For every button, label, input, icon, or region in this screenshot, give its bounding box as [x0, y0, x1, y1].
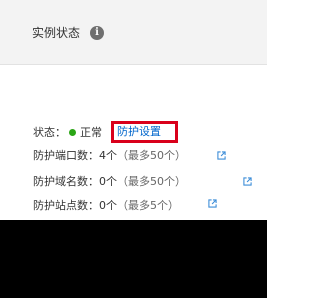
quota-limit: （最多5个） — [117, 199, 179, 212]
quota-label: 防护端口数： — [33, 149, 99, 162]
quota-row-domains: 防护域名数：0个（最多50个） — [33, 174, 186, 190]
quota-limit: （最多50个） — [117, 175, 186, 188]
section-title: 实例状态 — [32, 26, 81, 40]
external-link-icon[interactable] — [243, 177, 252, 186]
status-row: 状态： 正常 — [33, 125, 102, 141]
quota-label: 防护域名数： — [33, 175, 99, 188]
protection-settings-link[interactable]: 防护设置 — [117, 126, 161, 138]
quota-row-sites: 防护站点数：0个（最多5个） — [33, 198, 179, 214]
external-link-icon[interactable] — [217, 151, 226, 160]
status-label: 状态： — [33, 126, 66, 139]
quota-row-ports: 防护端口数：4个（最多50个） — [33, 148, 186, 164]
quota-count: 0个 — [99, 199, 117, 212]
instance-status-header: 实例状态 i — [0, 0, 267, 65]
quota-count: 0个 — [99, 175, 117, 188]
status-value: 正常 — [80, 126, 102, 139]
quota-limit: （最多50个） — [117, 149, 186, 162]
quota-label: 防护站点数： — [33, 199, 99, 212]
status-indicator-dot — [69, 129, 76, 136]
quota-count: 4个 — [99, 149, 117, 162]
screen-bottom-bar — [0, 220, 267, 298]
info-icon[interactable]: i — [90, 26, 104, 40]
external-link-icon[interactable] — [208, 199, 217, 208]
